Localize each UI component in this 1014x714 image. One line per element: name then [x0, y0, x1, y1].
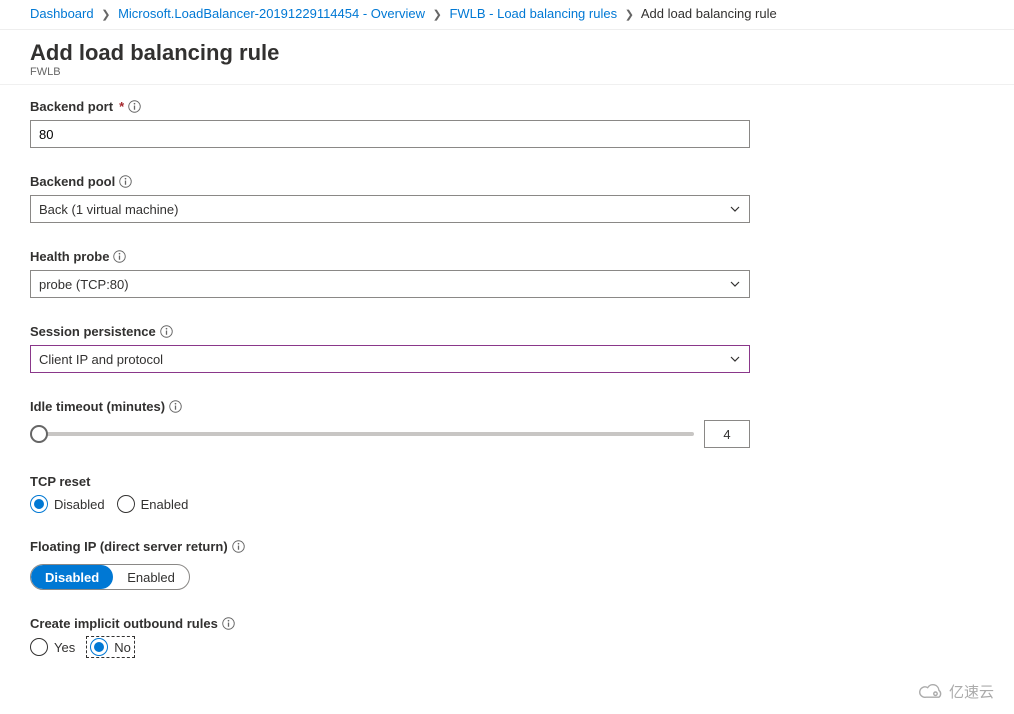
- tcp-reset-disabled-label: Disabled: [54, 497, 105, 512]
- chevron-down-icon: [729, 203, 741, 215]
- session-persistence-label: Session persistence: [30, 324, 156, 339]
- tcp-reset-label: TCP reset: [30, 474, 90, 489]
- chevron-right-icon: ❯: [101, 9, 110, 21]
- backend-pool-select[interactable]: Back (1 virtual machine): [30, 195, 750, 223]
- outbound-rules-label: Create implicit outbound rules: [30, 616, 218, 631]
- info-icon[interactable]: [222, 617, 235, 630]
- page-subtitle: FWLB: [30, 66, 984, 78]
- page-title: Add load balancing rule: [30, 40, 984, 66]
- session-persistence-select[interactable]: Client IP and protocol: [30, 345, 750, 373]
- floating-ip-disabled-option[interactable]: Disabled: [31, 565, 113, 589]
- backend-port-label: Backend port: [30, 99, 113, 114]
- field-backend-port: Backend port *: [30, 99, 750, 148]
- field-health-probe: Health probe probe (TCP:80): [30, 249, 750, 298]
- info-icon[interactable]: [169, 400, 182, 413]
- field-outbound-rules: Create implicit outbound rules Yes No: [30, 616, 750, 657]
- health-probe-select[interactable]: probe (TCP:80): [30, 270, 750, 298]
- tcp-reset-enabled-label: Enabled: [141, 497, 189, 512]
- breadcrumb: Dashboard ❯ Microsoft.LoadBalancer-20191…: [0, 0, 1014, 30]
- backend-pool-value: Back (1 virtual machine): [39, 202, 178, 217]
- breadcrumb-dashboard[interactable]: Dashboard: [30, 6, 94, 21]
- idle-timeout-value[interactable]: 4: [704, 420, 750, 448]
- outbound-rules-yes-label: Yes: [54, 640, 75, 655]
- chevron-down-icon: [729, 353, 741, 365]
- title-block: Add load balancing rule FWLB: [0, 30, 1014, 85]
- outbound-rules-no-label: No: [114, 640, 131, 655]
- backend-pool-label: Backend pool: [30, 174, 115, 189]
- field-backend-pool: Backend pool Back (1 virtual machine): [30, 174, 750, 223]
- idle-timeout-label: Idle timeout (minutes): [30, 399, 165, 414]
- info-icon[interactable]: [128, 100, 141, 113]
- health-probe-value: probe (TCP:80): [39, 277, 129, 292]
- session-persistence-value: Client IP and protocol: [39, 352, 163, 367]
- outbound-rules-no-radio[interactable]: No: [87, 637, 134, 657]
- field-floating-ip: Floating IP (direct server return) Disab…: [30, 539, 750, 590]
- floating-ip-toggle: Disabled Enabled: [30, 564, 190, 590]
- idle-timeout-slider[interactable]: [30, 425, 694, 443]
- form: Backend port * Backend pool Back (1 virt…: [0, 85, 1014, 713]
- health-probe-label: Health probe: [30, 249, 109, 264]
- tcp-reset-disabled-radio[interactable]: Disabled: [30, 495, 105, 513]
- required-indicator: *: [119, 99, 124, 114]
- slider-thumb[interactable]: [30, 425, 48, 443]
- backend-port-input[interactable]: [30, 120, 750, 148]
- field-tcp-reset: TCP reset Disabled Enabled: [30, 474, 750, 513]
- breadcrumb-rules[interactable]: FWLB - Load balancing rules: [449, 6, 617, 21]
- slider-track: [39, 432, 694, 436]
- breadcrumb-current: Add load balancing rule: [641, 6, 777, 21]
- info-icon[interactable]: [232, 540, 245, 553]
- chevron-right-icon: ❯: [433, 9, 442, 21]
- outbound-rules-yes-radio[interactable]: Yes: [30, 638, 75, 656]
- info-icon[interactable]: [113, 250, 126, 263]
- breadcrumb-deployment[interactable]: Microsoft.LoadBalancer-20191229114454 - …: [118, 6, 425, 21]
- field-idle-timeout: Idle timeout (minutes) 4: [30, 399, 750, 448]
- info-icon[interactable]: [119, 175, 132, 188]
- field-session-persistence: Session persistence Client IP and protoc…: [30, 324, 750, 373]
- info-icon[interactable]: [160, 325, 173, 338]
- floating-ip-enabled-option[interactable]: Enabled: [113, 565, 189, 589]
- floating-ip-label: Floating IP (direct server return): [30, 539, 228, 554]
- chevron-right-icon: ❯: [625, 9, 634, 21]
- chevron-down-icon: [729, 278, 741, 290]
- tcp-reset-enabled-radio[interactable]: Enabled: [117, 495, 189, 513]
